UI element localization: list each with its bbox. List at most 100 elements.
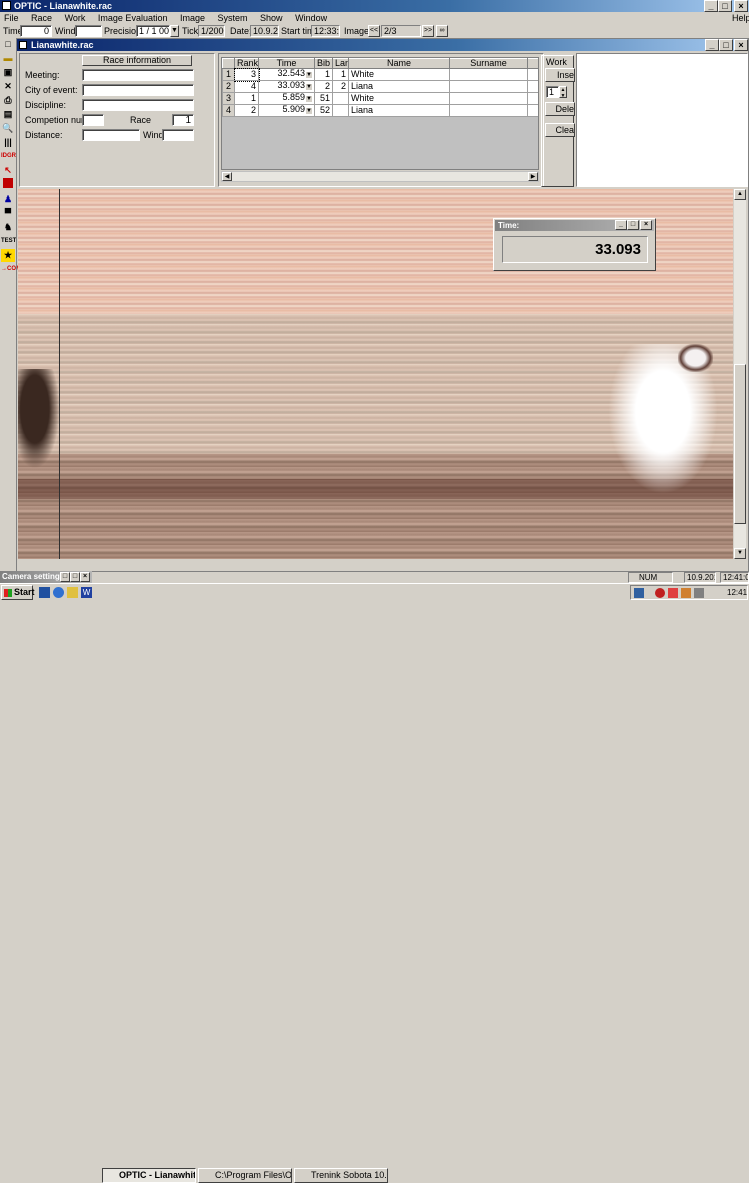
table-row[interactable]: 4 2 5.909▼ 52 Liana (222, 104, 538, 117)
col-name[interactable]: Name (348, 58, 450, 69)
taskbar-optic[interactable]: OPTIC - Lianawhite.rac (102, 1168, 196, 1183)
spin-arrows-icon[interactable]: ▲ ▼ (559, 86, 567, 99)
tray-volume-icon[interactable] (694, 588, 704, 598)
distance-input[interactable] (82, 129, 140, 141)
scroll-right-icon[interactable]: ▶ (528, 172, 538, 181)
time-cell[interactable]: 5.909▼ (258, 104, 315, 117)
col-bib[interactable]: Bib (314, 58, 333, 69)
id-icon[interactable]: IDGR (1, 150, 16, 163)
name-cell[interactable]: Liana (348, 104, 450, 117)
bib-cell[interactable]: 2 (314, 80, 333, 93)
scroll-down-icon[interactable]: ▼ (734, 548, 746, 559)
surname-cell[interactable] (449, 68, 528, 81)
lane-cell[interactable] (332, 104, 349, 117)
precision-dropdown-icon[interactable]: ▼ (170, 25, 179, 37)
race-wind-input[interactable] (162, 129, 194, 141)
camera-settings-minimized[interactable]: Camera settings □ □ × (0, 571, 92, 583)
work-spin-input[interactable]: 1 (546, 86, 559, 98)
bib-cell[interactable]: 1 (314, 68, 333, 81)
bib-cell[interactable]: 51 (314, 92, 333, 105)
time-dropdown-icon[interactable]: ▼ (306, 96, 312, 102)
test-icon[interactable]: TEST (1, 235, 16, 248)
col-surname[interactable]: Surname (449, 58, 528, 69)
cl-cell[interactable] (527, 92, 538, 105)
preview-icon[interactable]: ▤ (1, 108, 15, 121)
horse-icon[interactable]: ♞ (1, 221, 15, 234)
runner-icon[interactable]: ♟ (1, 193, 15, 206)
surname-cell[interactable] (449, 104, 528, 117)
maximize-button[interactable]: □ (718, 0, 732, 12)
new-file-icon[interactable]: □ (1, 38, 15, 51)
camera-close-button[interactable]: × (80, 572, 90, 582)
red-square-icon[interactable] (3, 178, 13, 188)
menu-window[interactable]: Window (295, 13, 327, 23)
competition-input[interactable] (82, 114, 104, 126)
close-button[interactable]: × (734, 0, 748, 12)
col-lane[interactable]: Lane (332, 58, 349, 69)
quicklaunch-word-icon[interactable]: W (81, 587, 92, 598)
save-icon[interactable]: ▣ (1, 66, 15, 79)
scroll-left-icon[interactable]: ◀ (222, 172, 232, 181)
barcode-icon[interactable]: ||| (1, 136, 15, 149)
popup-minimize-button[interactable]: _ (615, 220, 627, 230)
tray-network-icon[interactable] (634, 588, 644, 598)
cl-cell[interactable] (527, 80, 538, 93)
lane-cell[interactable]: 2 (332, 80, 349, 93)
doc-close-button[interactable]: × (734, 39, 748, 51)
quicklaunch-desktop-icon[interactable] (39, 587, 50, 598)
lane-cell[interactable] (332, 92, 349, 105)
doc-minimize-button[interactable]: _ (705, 39, 719, 51)
results-hscrollbar[interactable]: ◀ ▶ (221, 171, 539, 182)
clear-button[interactable]: Clea (545, 123, 575, 137)
time-dropdown-icon[interactable]: ▼ (306, 84, 312, 90)
camera-icon[interactable]: ▀ (1, 207, 15, 220)
menu-system[interactable]: System (218, 13, 248, 23)
tray-antivirus-icon[interactable] (655, 588, 665, 598)
rank-cell[interactable]: 2 (234, 104, 259, 117)
tray-security-icon[interactable] (668, 588, 678, 598)
popup-maximize-button[interactable]: □ (627, 220, 639, 230)
wind-field[interactable] (75, 25, 102, 37)
start-button[interactable]: Start (1, 585, 35, 600)
work-tab[interactable]: Work (546, 57, 567, 67)
tray-shield-icon[interactable] (681, 588, 691, 598)
rank-cell[interactable]: 4 (234, 80, 259, 93)
meeting-input[interactable] (82, 69, 194, 81)
menu-work[interactable]: Work (65, 13, 86, 23)
image-prev-button[interactable]: << (368, 25, 380, 37)
table-row[interactable]: 1 3 32.543▼ 1 1 White (222, 67, 538, 82)
bib-cell[interactable]: 52 (314, 104, 333, 117)
camera-maximize-button[interactable]: □ (70, 572, 80, 582)
cl-cell[interactable] (527, 68, 538, 81)
popup-close-button[interactable]: × (640, 220, 652, 230)
zoom-icon[interactable]: 🔍 (1, 122, 15, 135)
rank-cell[interactable]: 3 (233, 67, 260, 82)
image-link-icon[interactable]: ∞ (436, 25, 448, 37)
minimize-button[interactable]: _ (704, 0, 718, 12)
discipline-input[interactable] (82, 99, 194, 111)
camera-restore-button[interactable]: □ (60, 572, 70, 582)
image-vscrollbar[interactable]: ▲ ▼ (734, 189, 746, 559)
menu-image-evaluation[interactable]: Image Evaluation (98, 13, 168, 23)
open-folder-icon[interactable]: ▬ (1, 52, 15, 65)
menu-file[interactable]: File (4, 13, 19, 23)
taskbar-word-doc[interactable]: Trenink Sobota 10.doc - ... (294, 1168, 388, 1183)
time-dropdown-icon[interactable]: ▼ (306, 108, 312, 114)
surname-cell[interactable] (449, 80, 528, 93)
time-cell[interactable]: 33.093▼ (258, 80, 315, 93)
race-input[interactable]: 1 (172, 114, 194, 126)
scroll-up-icon[interactable]: ▲ (734, 189, 746, 200)
lane-cell[interactable]: 1 (332, 68, 349, 81)
rank-cell[interactable]: 1 (234, 92, 259, 105)
col-rank[interactable]: Rank (234, 58, 259, 69)
delete-icon[interactable]: ✕ (1, 80, 15, 93)
menu-help[interactable]: Help (732, 12, 749, 24)
doc-maximize-button[interactable]: □ (719, 39, 733, 51)
quicklaunch-mail-icon[interactable] (67, 587, 78, 598)
col-time[interactable]: Time (258, 58, 315, 69)
name-cell[interactable]: White (348, 92, 450, 105)
table-row[interactable]: 3 1 5.859▼ 51 White (222, 92, 538, 105)
time-cell[interactable]: 32.543▼ (258, 68, 315, 81)
table-row[interactable]: 2 4 33.093▼ 2 2 Liana (222, 80, 538, 93)
image-next-button[interactable]: >> (422, 25, 434, 37)
